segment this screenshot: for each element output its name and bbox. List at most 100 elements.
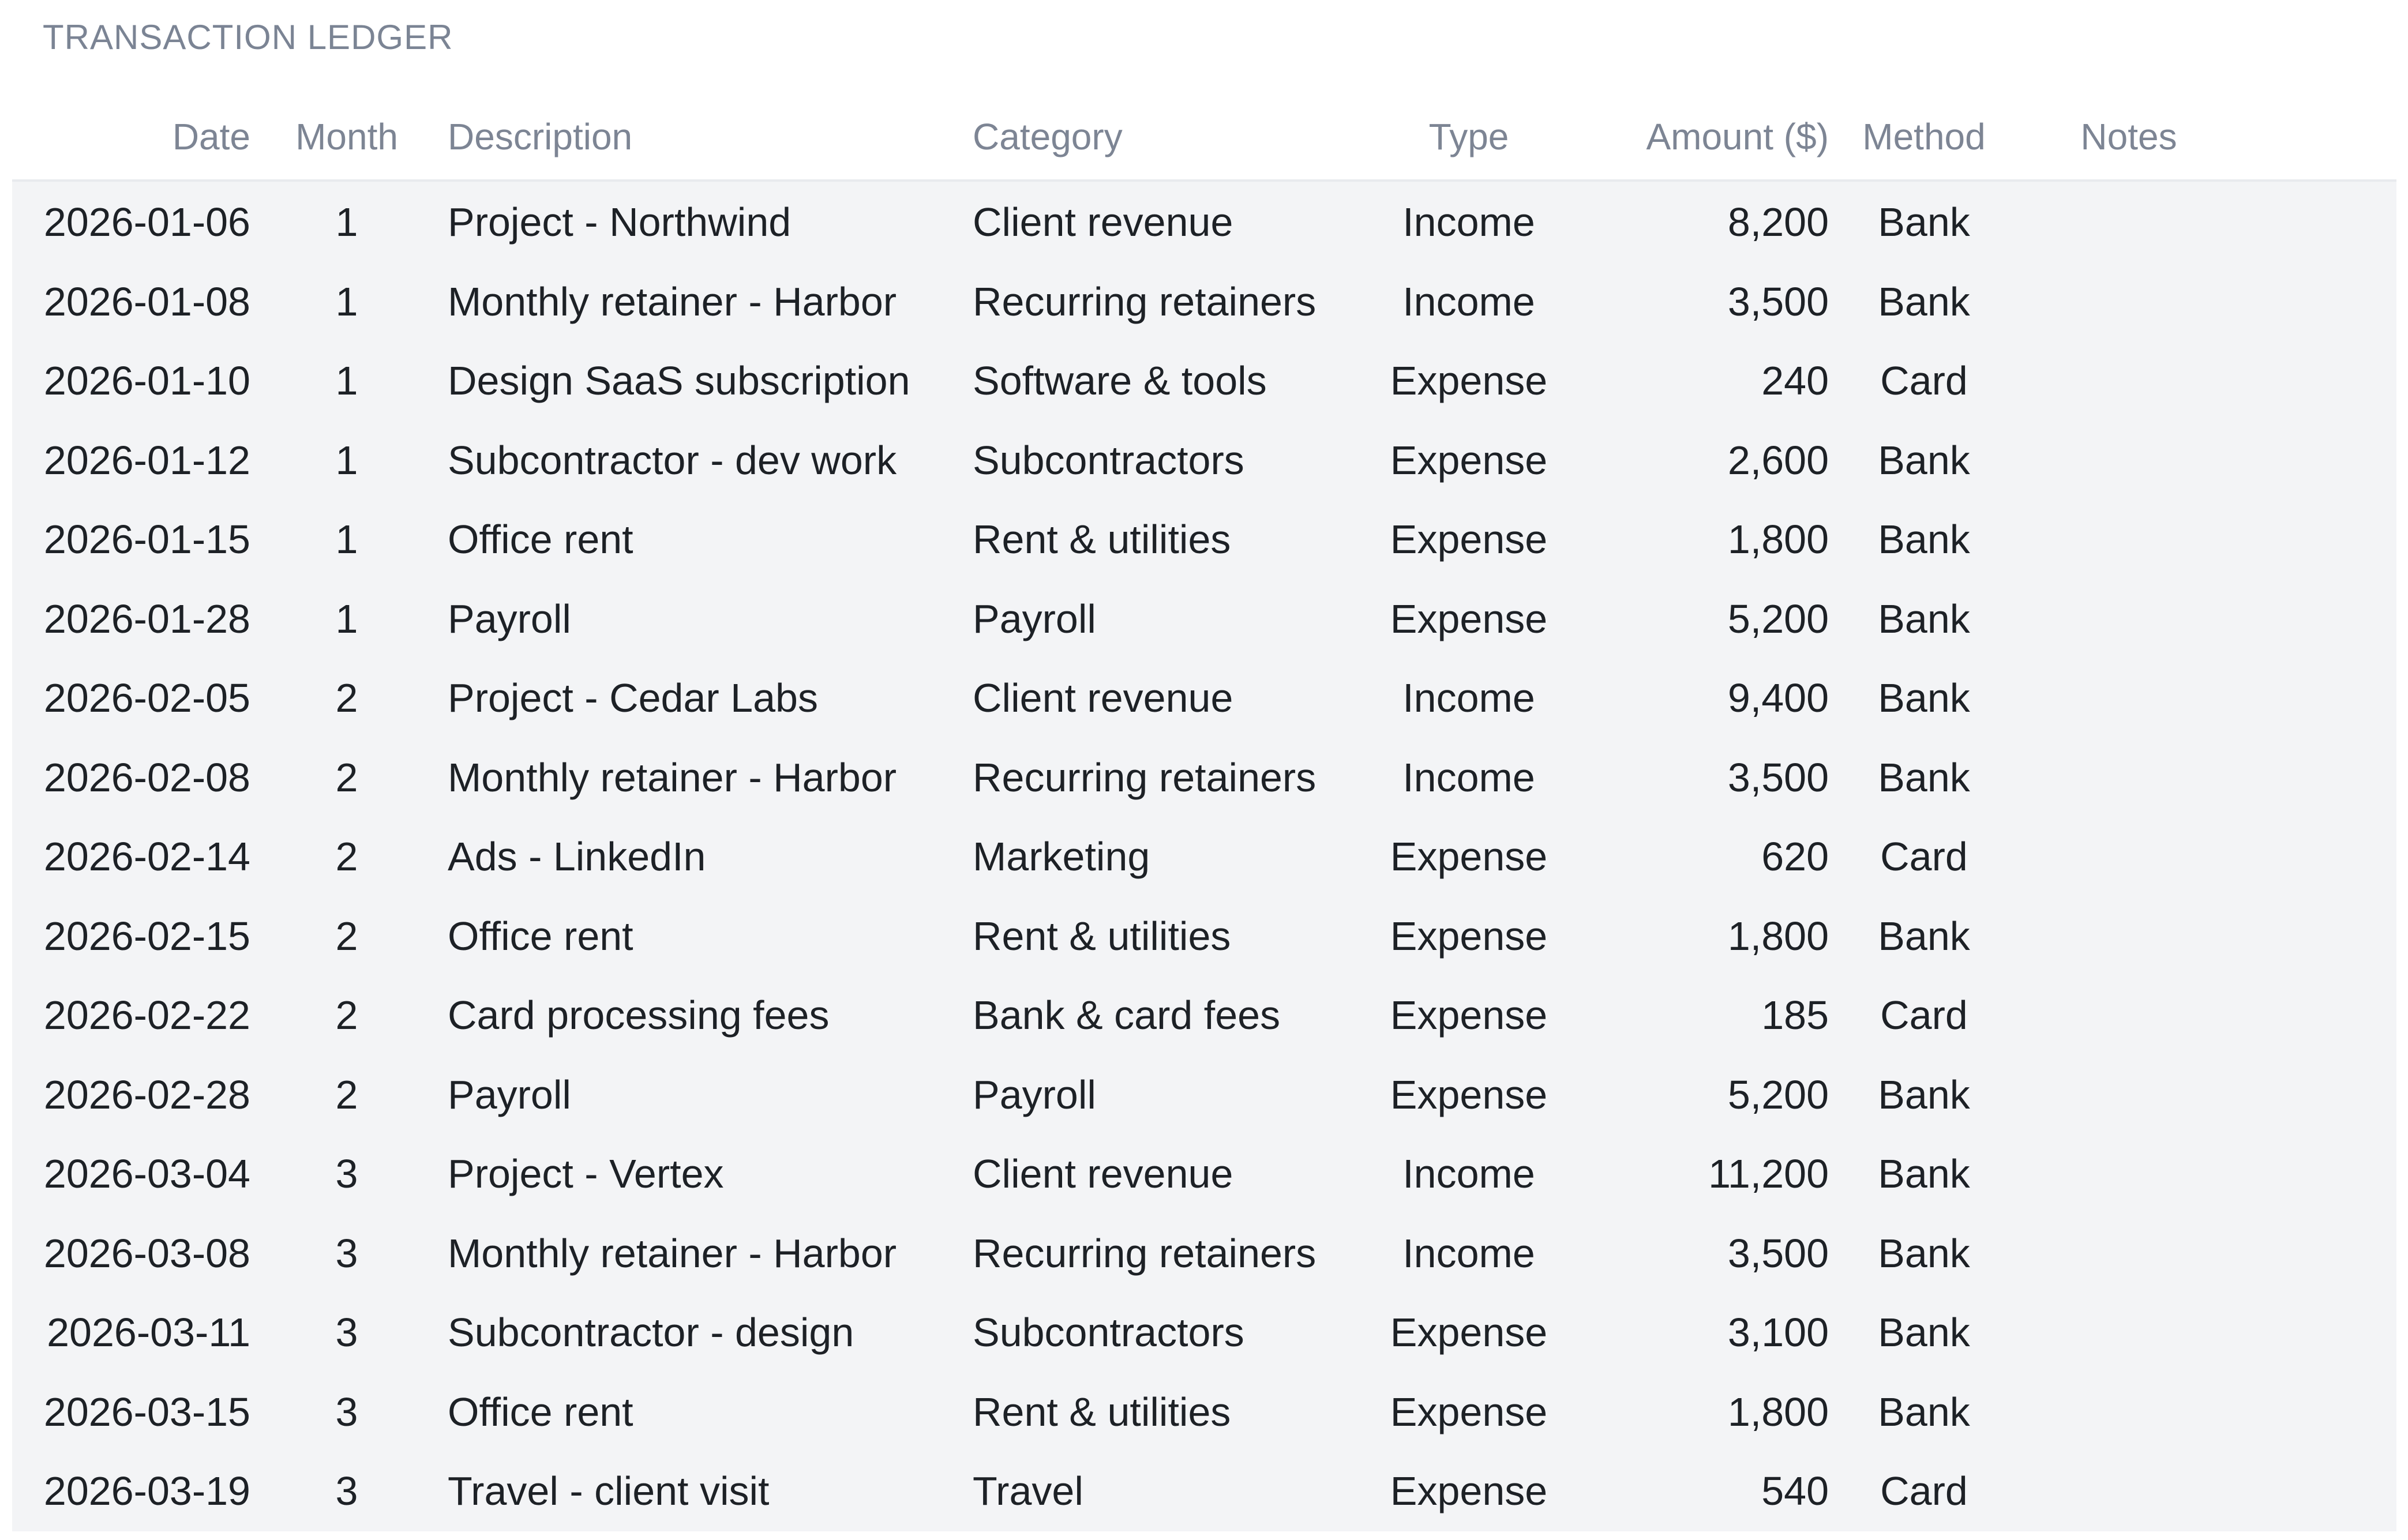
column-header-method[interactable]: Method [1835, 118, 2013, 155]
table-row[interactable]: 2026-02-14 2 Ads - LinkedIn Marketing Expens… [12, 816, 2396, 895]
table-row[interactable]: 2026-03-15 3 Office rent Rent & utilities Ex… [12, 1372, 2396, 1451]
cell-month[interactable]: 1 [266, 281, 427, 322]
cell-method[interactable]: Bank [1835, 1233, 2013, 1274]
column-header-type[interactable]: Type [1353, 118, 1584, 155]
cell-description[interactable]: Subcontractor - design [448, 1312, 950, 1353]
column-header-date[interactable]: Date [12, 118, 250, 155]
cell-category[interactable]: Recurring retainers [973, 757, 1348, 798]
cell-date[interactable]: 2026-03-08 [12, 1233, 250, 1274]
cell-amount[interactable]: 5,200 [1604, 1075, 1829, 1115]
column-header-month[interactable]: Month [266, 118, 427, 155]
cell-date[interactable]: 2026-01-06 [12, 202, 250, 242]
cell-month[interactable]: 2 [266, 678, 427, 718]
cell-type[interactable]: Income [1353, 202, 1584, 242]
cell-type[interactable]: Income [1353, 678, 1584, 718]
cell-amount[interactable]: 2,600 [1604, 440, 1829, 480]
cell-month[interactable]: 3 [266, 1471, 427, 1511]
cell-type[interactable]: Expense [1353, 1312, 1584, 1353]
cell-method[interactable]: Card [1835, 995, 2013, 1035]
cell-amount[interactable]: 620 [1604, 836, 1829, 877]
table-row[interactable]: 2026-03-08 3 Monthly retainer - Harbor Recu… [12, 1213, 2396, 1292]
cell-date[interactable]: 2026-03-04 [12, 1154, 250, 1194]
cell-date[interactable]: 2026-01-28 [12, 599, 250, 639]
cell-month[interactable]: 2 [266, 916, 427, 956]
cell-category[interactable]: Rent & utilities [973, 1392, 1348, 1432]
cell-type[interactable]: Income [1353, 281, 1584, 322]
table-row[interactable]: 2026-01-06 1 Project - Northwind Client rev… [12, 182, 2396, 261]
table-row[interactable]: 2026-02-22 2 Card processing fees Bank & ca… [12, 975, 2396, 1054]
cell-description[interactable]: Monthly retainer - Harbor [448, 281, 950, 322]
cell-type[interactable]: Income [1353, 1233, 1584, 1274]
column-header-category[interactable]: Category [973, 118, 1348, 155]
cell-month[interactable]: 2 [266, 1075, 427, 1115]
table-row[interactable]: 2026-03-04 3 Project - Vertex Client revenu… [12, 1133, 2396, 1212]
cell-description[interactable]: Monthly retainer - Harbor [448, 1233, 950, 1274]
cell-date[interactable]: 2026-02-08 [12, 757, 250, 798]
table-row[interactable]: 2026-01-15 1 Office rent Rent & utilities Ex… [12, 499, 2396, 578]
cell-category[interactable]: Recurring retainers [973, 281, 1348, 322]
cell-date[interactable]: 2026-02-28 [12, 1075, 250, 1115]
cell-method[interactable]: Bank [1835, 519, 2013, 559]
cell-description[interactable]: Office rent [448, 1392, 950, 1432]
cell-category[interactable]: Rent & utilities [973, 519, 1348, 559]
cell-month[interactable]: 3 [266, 1392, 427, 1432]
cell-category[interactable]: Recurring retainers [973, 1233, 1348, 1274]
cell-description[interactable]: Card processing fees [448, 995, 950, 1035]
cell-category[interactable]: Subcontractors [973, 440, 1348, 480]
cell-amount[interactable]: 240 [1604, 360, 1829, 401]
cell-amount[interactable]: 8,200 [1604, 202, 1829, 242]
cell-date[interactable]: 2026-02-22 [12, 995, 250, 1035]
cell-date[interactable]: 2026-02-15 [12, 916, 250, 956]
cell-month[interactable]: 1 [266, 360, 427, 401]
cell-category[interactable]: Client revenue [973, 678, 1348, 718]
cell-method[interactable]: Bank [1835, 757, 2013, 798]
table-row[interactable]: 2026-02-15 2 Office rent Rent & utilities Ex… [12, 896, 2396, 975]
cell-amount[interactable]: 1,800 [1604, 519, 1829, 559]
cell-description[interactable]: Monthly retainer - Harbor [448, 757, 950, 798]
cell-date[interactable]: 2026-03-11 [12, 1312, 250, 1353]
table-row[interactable]: 2026-01-08 1 Monthly retainer - Harbor Recu… [12, 261, 2396, 340]
cell-type[interactable]: Expense [1353, 916, 1584, 956]
cell-description[interactable]: Payroll [448, 1075, 950, 1115]
cell-category[interactable]: Client revenue [973, 202, 1348, 242]
table-row[interactable]: 2026-02-08 2 Monthly retainer - Harbor Recu… [12, 737, 2396, 816]
cell-category[interactable]: Payroll [973, 599, 1348, 639]
cell-method[interactable]: Bank [1835, 1312, 2013, 1353]
cell-description[interactable]: Design SaaS subscription [448, 360, 950, 401]
cell-month[interactable]: 3 [266, 1154, 427, 1194]
cell-type[interactable]: Expense [1353, 1471, 1584, 1511]
cell-month[interactable]: 1 [266, 202, 427, 242]
cell-category[interactable]: Rent & utilities [973, 916, 1348, 956]
table-row[interactable]: 2026-01-28 1 Payroll Payroll Expense 5,200 Ban… [12, 579, 2396, 658]
cell-month[interactable]: 3 [266, 1233, 427, 1274]
cell-type[interactable]: Expense [1353, 1075, 1584, 1115]
cell-month[interactable]: 2 [266, 836, 427, 877]
cell-amount[interactable]: 5,200 [1604, 599, 1829, 639]
cell-method[interactable]: Bank [1835, 1392, 2013, 1432]
cell-date[interactable]: 2026-03-15 [12, 1392, 250, 1432]
cell-amount[interactable]: 185 [1604, 995, 1829, 1035]
cell-month[interactable]: 1 [266, 599, 427, 639]
cell-date[interactable]: 2026-02-05 [12, 678, 250, 718]
cell-category[interactable]: Subcontractors [973, 1312, 1348, 1353]
table-row[interactable]: 2026-02-05 2 Project - Cedar Labs Client re… [12, 658, 2396, 737]
cell-description[interactable]: Ads - LinkedIn [448, 836, 950, 877]
cell-month[interactable]: 1 [266, 519, 427, 559]
cell-amount[interactable]: 3,500 [1604, 1233, 1829, 1274]
cell-type[interactable]: Expense [1353, 599, 1584, 639]
cell-date[interactable]: 2026-01-10 [12, 360, 250, 401]
cell-method[interactable]: Card [1835, 360, 2013, 401]
cell-type[interactable]: Expense [1353, 440, 1584, 480]
cell-description[interactable]: Payroll [448, 599, 950, 639]
cell-category[interactable]: Software & tools [973, 360, 1348, 401]
cell-category[interactable]: Bank & card fees [973, 995, 1348, 1035]
cell-date[interactable]: 2026-01-15 [12, 519, 250, 559]
cell-method[interactable]: Bank [1835, 916, 2013, 956]
cell-type[interactable]: Expense [1353, 360, 1584, 401]
column-header-description[interactable]: Description [448, 118, 950, 155]
table-row[interactable]: 2026-03-11 3 Subcontractor - design Subcont… [12, 1292, 2396, 1371]
cell-method[interactable]: Bank [1835, 678, 2013, 718]
cell-amount[interactable]: 11,200 [1604, 1154, 1829, 1194]
cell-method[interactable]: Bank [1835, 281, 2013, 322]
table-row[interactable]: 2026-01-12 1 Subcontractor - dev work Subco… [12, 420, 2396, 499]
